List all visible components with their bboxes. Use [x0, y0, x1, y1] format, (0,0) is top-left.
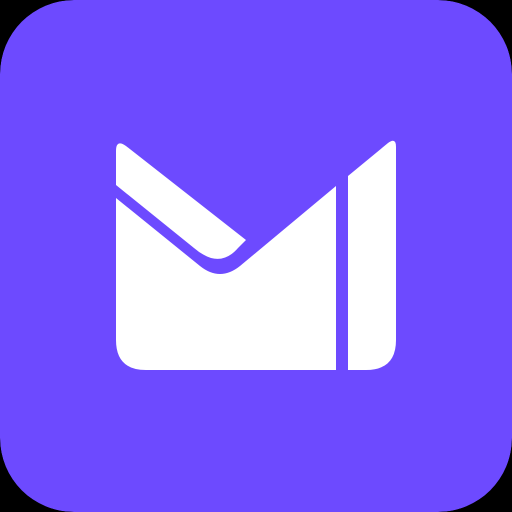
envelope-right-strip — [348, 140, 396, 370]
icon-canvas — [0, 0, 512, 512]
envelope-mail-icon — [0, 0, 512, 512]
app-icon-tile[interactable] — [0, 0, 512, 512]
